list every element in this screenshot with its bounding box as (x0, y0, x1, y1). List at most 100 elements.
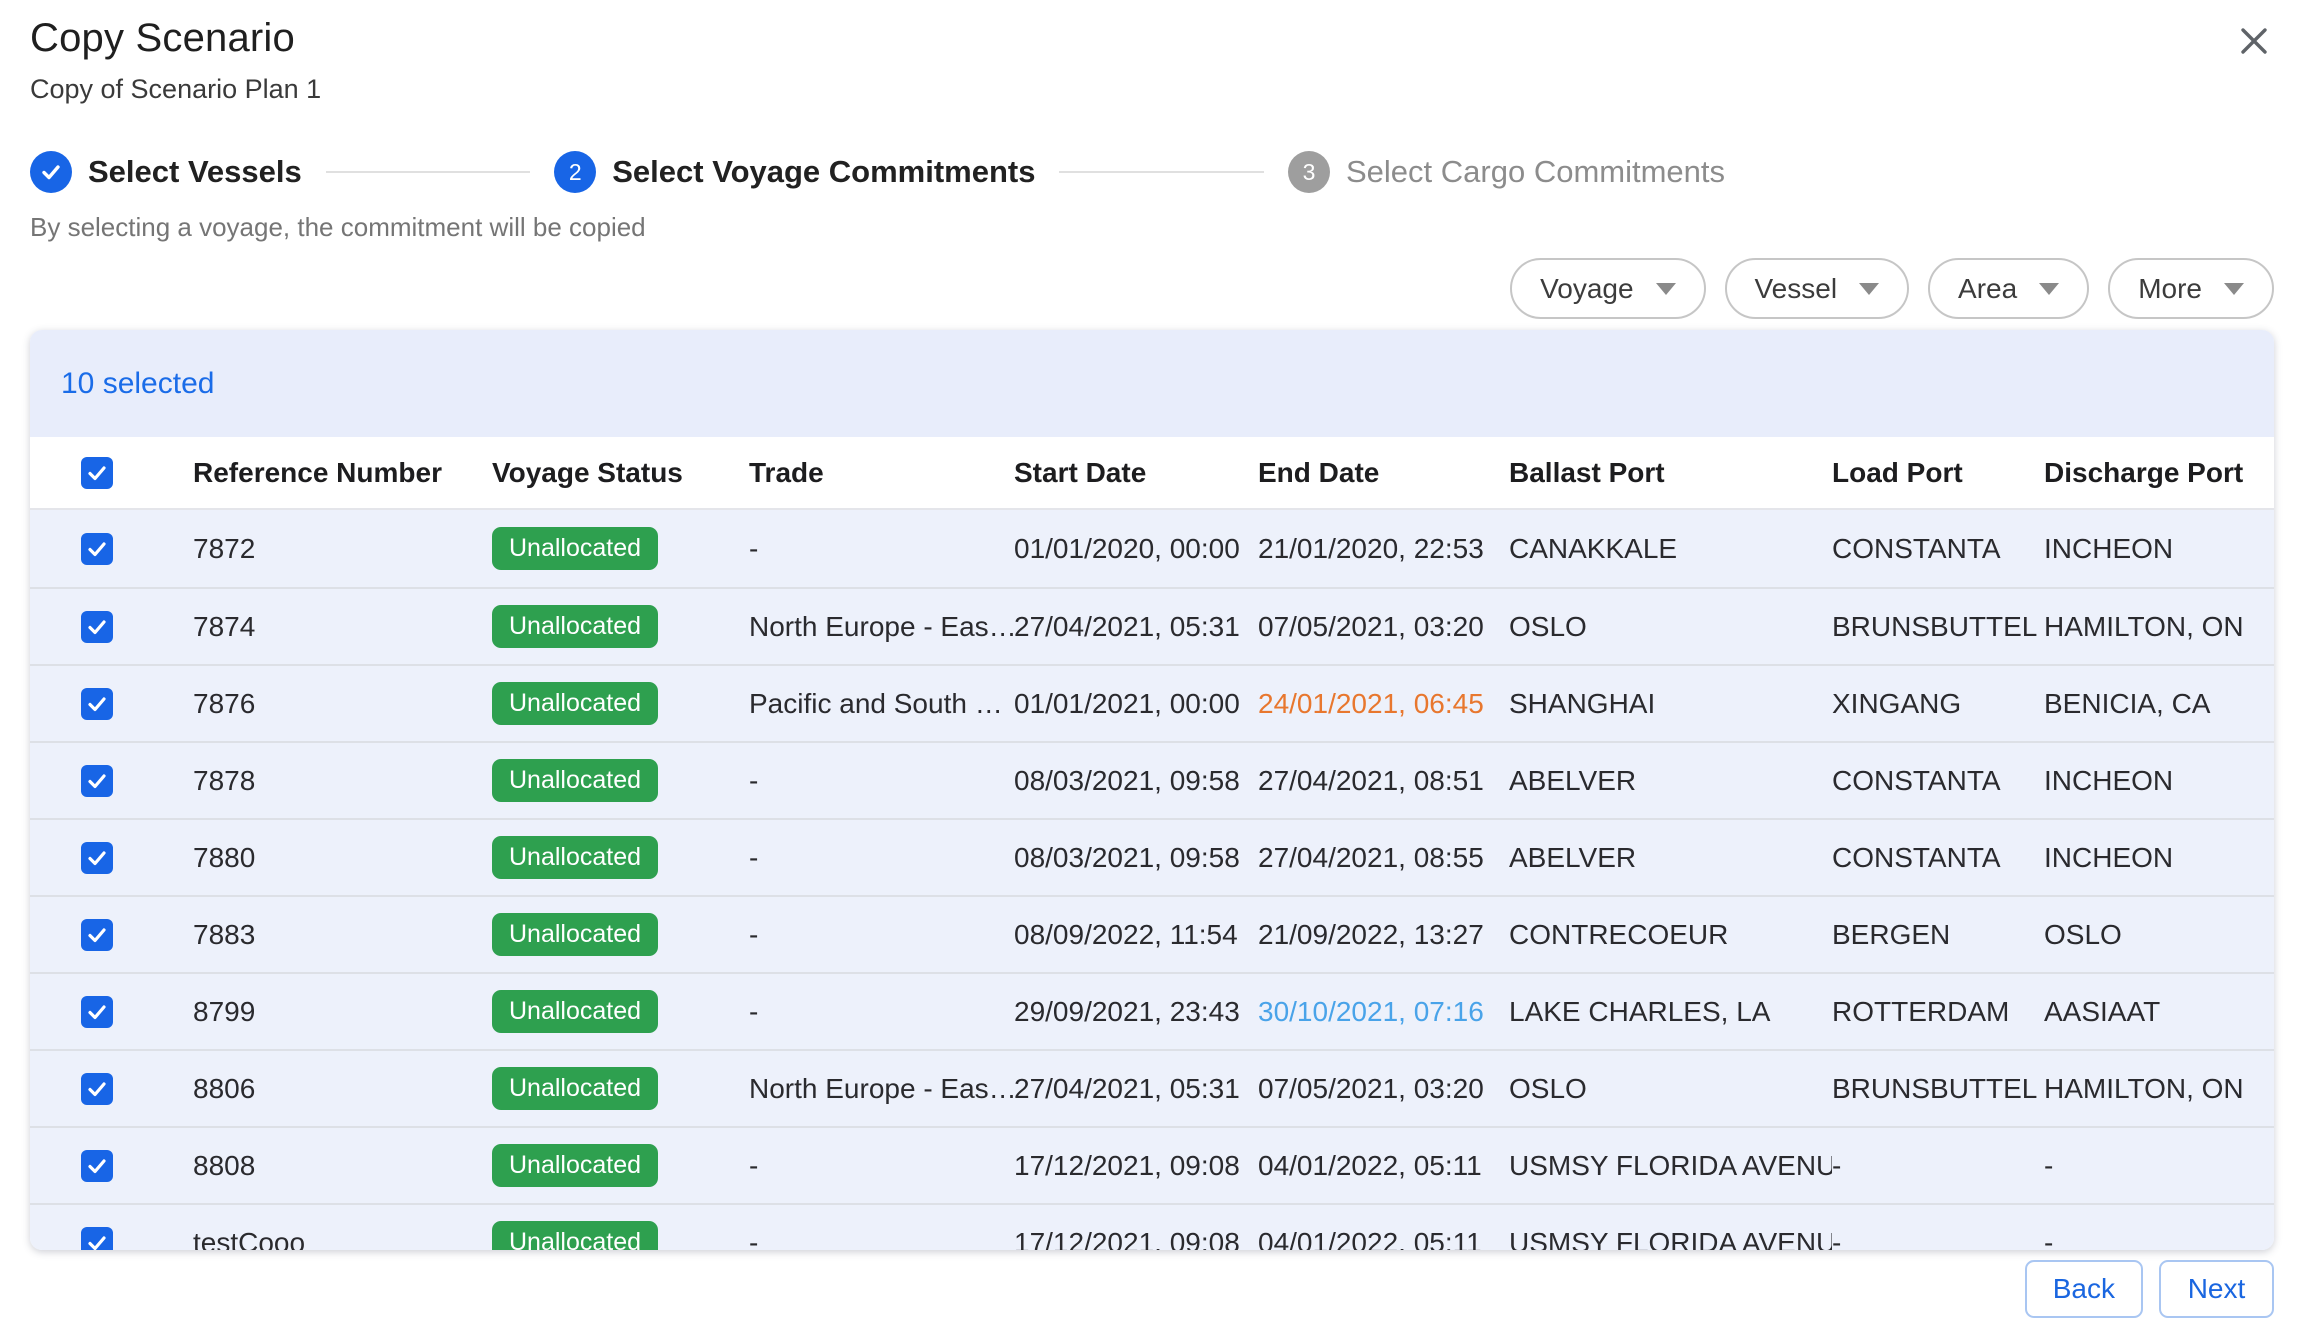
filter-more-dropdown[interactable]: More (2108, 258, 2274, 319)
cell-end-date: 27/04/2021, 08:51 (1258, 765, 1509, 797)
column-header-end-date[interactable]: End Date (1258, 457, 1509, 489)
row-checkbox[interactable] (81, 1227, 113, 1251)
cell-trade: - (749, 996, 1014, 1028)
step-number-badge: 3 (1288, 151, 1330, 193)
cell-ballast-port: LAKE CHARLES, LA (1509, 996, 1832, 1028)
column-header-discharge-port[interactable]: Discharge Port (2044, 457, 2274, 489)
table-row[interactable]: 7876 Unallocated Pacific and South … 01/… (30, 664, 2274, 741)
row-checkbox[interactable] (81, 688, 113, 720)
step-select-voyage-commitments[interactable]: 2 Select Voyage Commitments (554, 151, 1035, 193)
cell-load-port: - (1832, 1150, 2044, 1182)
cell-reference-number: 7876 (193, 688, 492, 720)
cell-load-port: CONSTANTA (1832, 765, 2044, 797)
table-header-row: Reference Number Voyage Status Trade Sta… (30, 437, 2274, 510)
cell-ballast-port: SHANGHAI (1509, 688, 1832, 720)
table-row[interactable]: 8799 Unallocated - 29/09/2021, 23:43 30/… (30, 972, 2274, 1049)
row-checkbox[interactable] (81, 842, 113, 874)
column-header-reference-number[interactable]: Reference Number (193, 457, 492, 489)
step-label: Select Voyage Commitments (612, 154, 1035, 190)
cell-start-date: 17/12/2021, 09:08 (1014, 1150, 1258, 1182)
step-select-cargo-commitments[interactable]: 3 Select Cargo Commitments (1288, 151, 1725, 193)
voyage-commitments-table: 10 selected Reference Number Voyage Stat… (30, 330, 2274, 1250)
cell-ballast-port: USMSY FLORIDA AVENUE (1509, 1150, 1832, 1182)
row-checkbox[interactable] (81, 533, 113, 565)
cell-discharge-port: HAMILTON, ON (2044, 1073, 2274, 1105)
cell-end-date: 21/01/2020, 22:53 (1258, 533, 1509, 565)
row-checkbox[interactable] (81, 1150, 113, 1182)
column-header-start-date[interactable]: Start Date (1014, 457, 1258, 489)
filter-area-dropdown[interactable]: Area (1928, 258, 2089, 319)
table-row[interactable]: 7874 Unallocated North Europe - Eas… 27/… (30, 587, 2274, 664)
cell-trade: - (749, 919, 1014, 951)
cell-start-date: 08/09/2022, 11:54 (1014, 919, 1258, 951)
cell-ballast-port: USMSY FLORIDA AVENUE (1509, 1227, 1832, 1251)
table-row[interactable]: 7878 Unallocated - 08/03/2021, 09:58 27/… (30, 741, 2274, 818)
table-row[interactable]: 7880 Unallocated - 08/03/2021, 09:58 27/… (30, 818, 2274, 895)
cell-trade: - (749, 1150, 1014, 1182)
cell-reference-number: 8799 (193, 996, 492, 1028)
cell-discharge-port: AASIAAT (2044, 996, 2274, 1028)
row-checkbox[interactable] (81, 996, 113, 1028)
cell-reference-number: testCooo (193, 1227, 492, 1251)
cell-reference-number: 8806 (193, 1073, 492, 1105)
table-row[interactable]: 8808 Unallocated - 17/12/2021, 09:08 04/… (30, 1126, 2274, 1203)
table-row[interactable]: 8806 Unallocated North Europe - Eas… 27/… (30, 1049, 2274, 1126)
cell-end-date: 21/09/2022, 13:27 (1258, 919, 1509, 951)
cell-load-port: BERGEN (1832, 919, 2044, 951)
column-header-ballast-port[interactable]: Ballast Port (1509, 457, 1832, 489)
cell-ballast-port: CONTRECOEUR (1509, 919, 1832, 951)
table-row[interactable]: 7883 Unallocated - 08/09/2022, 11:54 21/… (30, 895, 2274, 972)
cell-start-date: 17/12/2021, 09:08 (1014, 1227, 1258, 1251)
selected-count: 10 selected (61, 367, 214, 401)
select-all-checkbox[interactable] (81, 457, 113, 489)
row-checkbox[interactable] (81, 1073, 113, 1105)
back-button[interactable]: Back (2025, 1260, 2143, 1318)
cell-voyage-status: Unallocated (492, 1144, 749, 1187)
chevron-down-icon (2224, 283, 2244, 295)
close-icon (2236, 23, 2272, 62)
cell-discharge-port: INCHEON (2044, 765, 2274, 797)
status-badge: Unallocated (492, 836, 658, 879)
cell-discharge-port: BENICIA, CA (2044, 688, 2274, 720)
dialog-footer: Back Next (2025, 1260, 2274, 1318)
status-badge: Unallocated (492, 682, 658, 725)
column-header-load-port[interactable]: Load Port (1832, 457, 2044, 489)
cell-voyage-status: Unallocated (492, 759, 749, 802)
row-checkbox[interactable] (81, 919, 113, 951)
cell-end-date: 04/01/2022, 05:11 (1258, 1150, 1509, 1182)
table-row[interactable]: 7872 Unallocated - 01/01/2020, 00:00 21/… (30, 510, 2274, 587)
cell-end-date: 24/01/2021, 06:45 (1258, 688, 1509, 720)
cell-discharge-port: OSLO (2044, 919, 2274, 951)
step-connector (1059, 171, 1264, 173)
step-number-badge: 2 (554, 151, 596, 193)
row-checkbox[interactable] (81, 765, 113, 797)
cell-start-date: 01/01/2021, 00:00 (1014, 688, 1258, 720)
table-row[interactable]: testCooo Unallocated - 17/12/2021, 09:08… (30, 1203, 2274, 1250)
status-badge: Unallocated (492, 759, 658, 802)
filter-bar: Voyage Vessel Area More (1510, 258, 2274, 319)
cell-discharge-port: INCHEON (2044, 533, 2274, 565)
cell-load-port: - (1832, 1227, 2044, 1251)
filter-vessel-dropdown[interactable]: Vessel (1725, 258, 1910, 319)
chevron-down-icon (2039, 283, 2059, 295)
cell-start-date: 01/01/2020, 00:00 (1014, 533, 1258, 565)
cell-start-date: 08/03/2021, 09:58 (1014, 842, 1258, 874)
cell-voyage-status: Unallocated (492, 527, 749, 570)
column-header-voyage-status[interactable]: Voyage Status (492, 457, 749, 489)
next-button[interactable]: Next (2159, 1260, 2274, 1318)
row-checkbox[interactable] (81, 611, 113, 643)
filter-label: Vessel (1755, 273, 1838, 305)
filter-voyage-dropdown[interactable]: Voyage (1510, 258, 1705, 319)
step-completed-check-icon (30, 151, 72, 193)
copy-scenario-dialog: Copy Scenario Copy of Scenario Plan 1 Se… (0, 0, 2304, 1333)
cell-start-date: 29/09/2021, 23:43 (1014, 996, 1258, 1028)
cell-reference-number: 7872 (193, 533, 492, 565)
cell-voyage-status: Unallocated (492, 990, 749, 1033)
cell-voyage-status: Unallocated (492, 1221, 749, 1250)
cell-trade: - (749, 765, 1014, 797)
step-label: Select Vessels (88, 154, 302, 190)
column-header-trade[interactable]: Trade (749, 457, 1014, 489)
close-button[interactable] (2232, 20, 2276, 64)
step-select-vessels[interactable]: Select Vessels (30, 151, 302, 193)
cell-end-date: 27/04/2021, 08:55 (1258, 842, 1509, 874)
